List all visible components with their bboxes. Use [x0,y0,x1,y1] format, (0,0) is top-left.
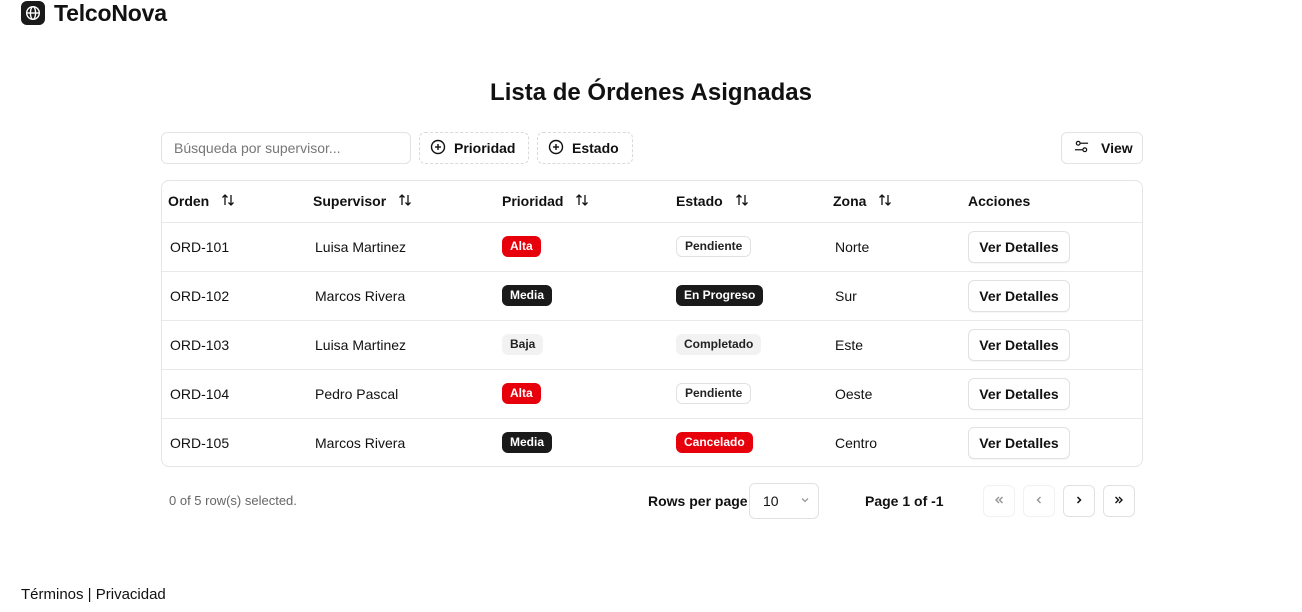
rows-per-page-select[interactable]: 10 [749,483,819,519]
ver-detalles-button[interactable]: Ver Detalles [968,279,1070,312]
brand[interactable]: TelcoNova [21,0,167,26]
column-label: Estado [676,193,723,210]
table-row: ORD-101 Luisa Martinez Alta Pendiente No… [162,222,1142,271]
column-header-supervisor[interactable]: Supervisor [307,181,496,222]
cell-supervisor: Pedro Pascal [315,385,399,402]
cell-orden: ORD-105 [170,434,230,451]
ver-detalles-button[interactable]: Ver Detalles [968,230,1070,263]
cell-zona: Este [835,336,864,353]
search-input[interactable] [161,132,411,164]
filter-estado-label: Estado [572,140,619,156]
status-badge: Pendiente [676,383,752,404]
status-badge: Completado [676,334,762,355]
cell-supervisor: Marcos Rivera [315,287,406,304]
table-row: ORD-102 Marcos Rivera Media En Progreso … [162,271,1142,320]
chevrons-left-icon [992,493,1006,510]
filter-estado-button[interactable]: Estado [537,132,633,164]
sort-arrows-icon[interactable] [878,193,892,210]
column-header-acciones: Acciones [962,181,1142,222]
priority-badge: Alta [502,383,541,404]
brand-name: TelcoNova [54,0,167,26]
table-row: ORD-103 Luisa Martinez Baja Completado E… [162,320,1142,369]
rows-per-page-label: Rows per page [648,493,748,509]
globe-icon [21,1,45,25]
column-label: Zona [833,193,867,210]
filter-prioridad-button[interactable]: Prioridad [419,132,529,164]
priority-badge: Baja [502,334,544,355]
sort-arrows-icon[interactable] [575,193,589,210]
column-header-estado[interactable]: Estado [670,181,827,222]
column-header-zona[interactable]: Zona [827,181,962,222]
previous-page-button[interactable] [1023,485,1055,517]
chevron-right-icon [1072,493,1086,510]
cell-orden: ORD-101 [170,238,230,255]
ver-detalles-button[interactable]: Ver Detalles [968,426,1070,459]
cell-orden: ORD-102 [170,287,230,304]
cell-orden: ORD-104 [170,385,230,402]
ver-detalles-button[interactable]: Ver Detalles [968,377,1070,410]
chevrons-right-icon [1112,493,1126,510]
next-page-button[interactable] [1063,485,1095,517]
toolbar: Prioridad Estado View [161,132,1143,164]
chevron-left-icon [1032,493,1046,510]
pagination-bar: 0 of 5 row(s) selected. Rows per page 10… [161,483,1143,519]
column-label: Prioridad [502,193,564,210]
cell-supervisor: Marcos Rivera [315,434,406,451]
column-header-orden[interactable]: Orden [162,181,307,222]
cell-zona: Sur [835,287,857,304]
ver-detalles-button[interactable]: Ver Detalles [968,328,1070,361]
sort-arrows-icon[interactable] [221,193,235,210]
cell-orden: ORD-103 [170,336,230,353]
chevron-down-icon [799,493,811,509]
cell-zona: Norte [835,238,870,255]
cell-zona: Oeste [835,385,873,402]
sort-arrows-icon[interactable] [398,193,412,210]
column-label: Acciones [968,193,1031,210]
column-label: Orden [168,193,210,210]
priority-badge: Media [502,285,553,306]
selected-rows-text: 0 of 5 row(s) selected. [169,493,297,508]
priority-badge: Media [502,432,553,454]
cell-supervisor: Luisa Martinez [315,238,407,255]
priority-badge: Alta [502,236,541,257]
plus-circle-icon [548,139,564,158]
sort-arrows-icon[interactable] [735,193,749,210]
rows-per-page-value: 10 [763,493,779,509]
column-label: Supervisor [313,193,387,210]
view-label: View [1101,140,1133,156]
table-header-row: Orden Supervisor Prioridad Estado Zona A… [162,181,1142,222]
cell-supervisor: Luisa Martinez [315,336,407,353]
plus-circle-icon [430,139,446,158]
status-badge: Pendiente [676,236,752,257]
column-header-prioridad[interactable]: Prioridad [496,181,670,222]
first-page-button[interactable] [983,485,1015,517]
legal-links[interactable]: Términos | Privacidad [21,586,166,603]
cell-zona: Centro [835,434,878,451]
table-row: ORD-105 Marcos Rivera Media Cancelado Ce… [162,418,1142,466]
table-row: ORD-104 Pedro Pascal Alta Pendiente Oest… [162,369,1142,418]
filter-prioridad-label: Prioridad [454,140,516,156]
settings-sliders-icon [1074,139,1089,157]
status-badge: Cancelado [676,432,753,454]
status-badge: En Progreso [676,285,764,306]
last-page-button[interactable] [1103,485,1135,517]
orders-table: Orden Supervisor Prioridad Estado Zona A… [161,180,1143,467]
page-title: Lista de Órdenes Asignadas [490,79,812,106]
page-indicator: Page 1 of -1 [865,493,944,509]
view-options-button[interactable]: View [1061,132,1143,164]
